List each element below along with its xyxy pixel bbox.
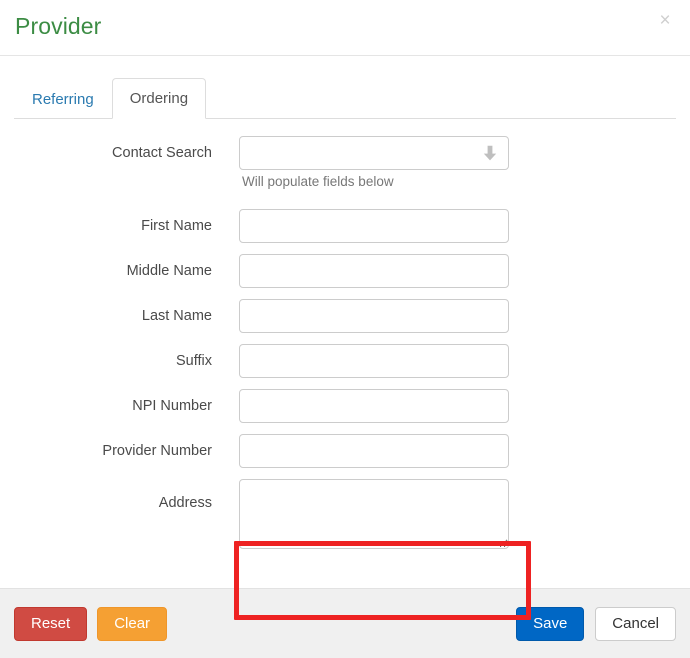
clear-button[interactable]: Clear [97, 607, 168, 641]
form-row-provider-number: Provider Number [0, 430, 690, 475]
form-row-middle-name: Middle Name [0, 250, 690, 295]
control-contact-search [239, 136, 509, 170]
dialog-header: Provider × [0, 0, 690, 56]
page-title: Provider [15, 13, 102, 39]
control-first-name [239, 209, 509, 243]
footer-right-actions: Save Cancel [516, 607, 676, 641]
provider-form: Contact Search Will populate fields belo… [0, 132, 690, 563]
tab-ordering[interactable]: Ordering [111, 78, 207, 119]
label-suffix: Suffix [175, 353, 212, 369]
provider-number-input[interactable] [239, 434, 509, 468]
reset-button[interactable]: Reset [14, 607, 88, 641]
label-first-name: First Name [141, 218, 212, 234]
npi-number-input[interactable] [239, 389, 509, 423]
form-row-contact-search: Contact Search Will populate fields belo… [0, 132, 690, 205]
dialog-footer: Reset Clear Save Cancel [0, 588, 690, 658]
address-textarea[interactable] [239, 479, 509, 549]
label-npi-number: NPI Number [132, 398, 212, 414]
form-row-address: Address [0, 475, 690, 563]
first-name-input[interactable] [239, 209, 509, 243]
contact-search-help-text: Will populate fields below [242, 174, 394, 189]
control-suffix [239, 344, 509, 378]
footer-left-actions: Reset Clear [14, 607, 168, 641]
provider-dialog: Provider × Referring Ordering Contact Se… [0, 0, 690, 658]
control-address [239, 479, 509, 549]
middle-name-input[interactable] [239, 254, 509, 288]
label-middle-name: Middle Name [126, 263, 212, 279]
label-contact-search: Contact Search [112, 145, 212, 161]
control-middle-name [239, 254, 509, 288]
last-name-input[interactable] [239, 299, 509, 333]
label-address: Address [158, 495, 212, 511]
label-provider-number: Provider Number [102, 443, 212, 459]
form-row-first-name: First Name [0, 205, 690, 250]
control-npi-number [239, 389, 509, 423]
form-row-last-name: Last Name [0, 295, 690, 340]
contact-search-input[interactable] [239, 136, 509, 170]
tab-referring[interactable]: Referring [14, 79, 112, 119]
dialog-body: Referring Ordering Contact Search Will p… [0, 56, 690, 620]
label-last-name: Last Name [141, 308, 212, 324]
close-icon[interactable]: × [654, 10, 676, 32]
form-row-suffix: Suffix [0, 340, 690, 385]
suffix-input[interactable] [239, 344, 509, 378]
tab-bar: Referring Ordering [14, 78, 676, 119]
cancel-button[interactable]: Cancel [595, 607, 676, 641]
control-provider-number [239, 434, 509, 468]
control-last-name [239, 299, 509, 333]
form-row-npi-number: NPI Number [0, 385, 690, 430]
save-button[interactable]: Save [516, 607, 585, 641]
